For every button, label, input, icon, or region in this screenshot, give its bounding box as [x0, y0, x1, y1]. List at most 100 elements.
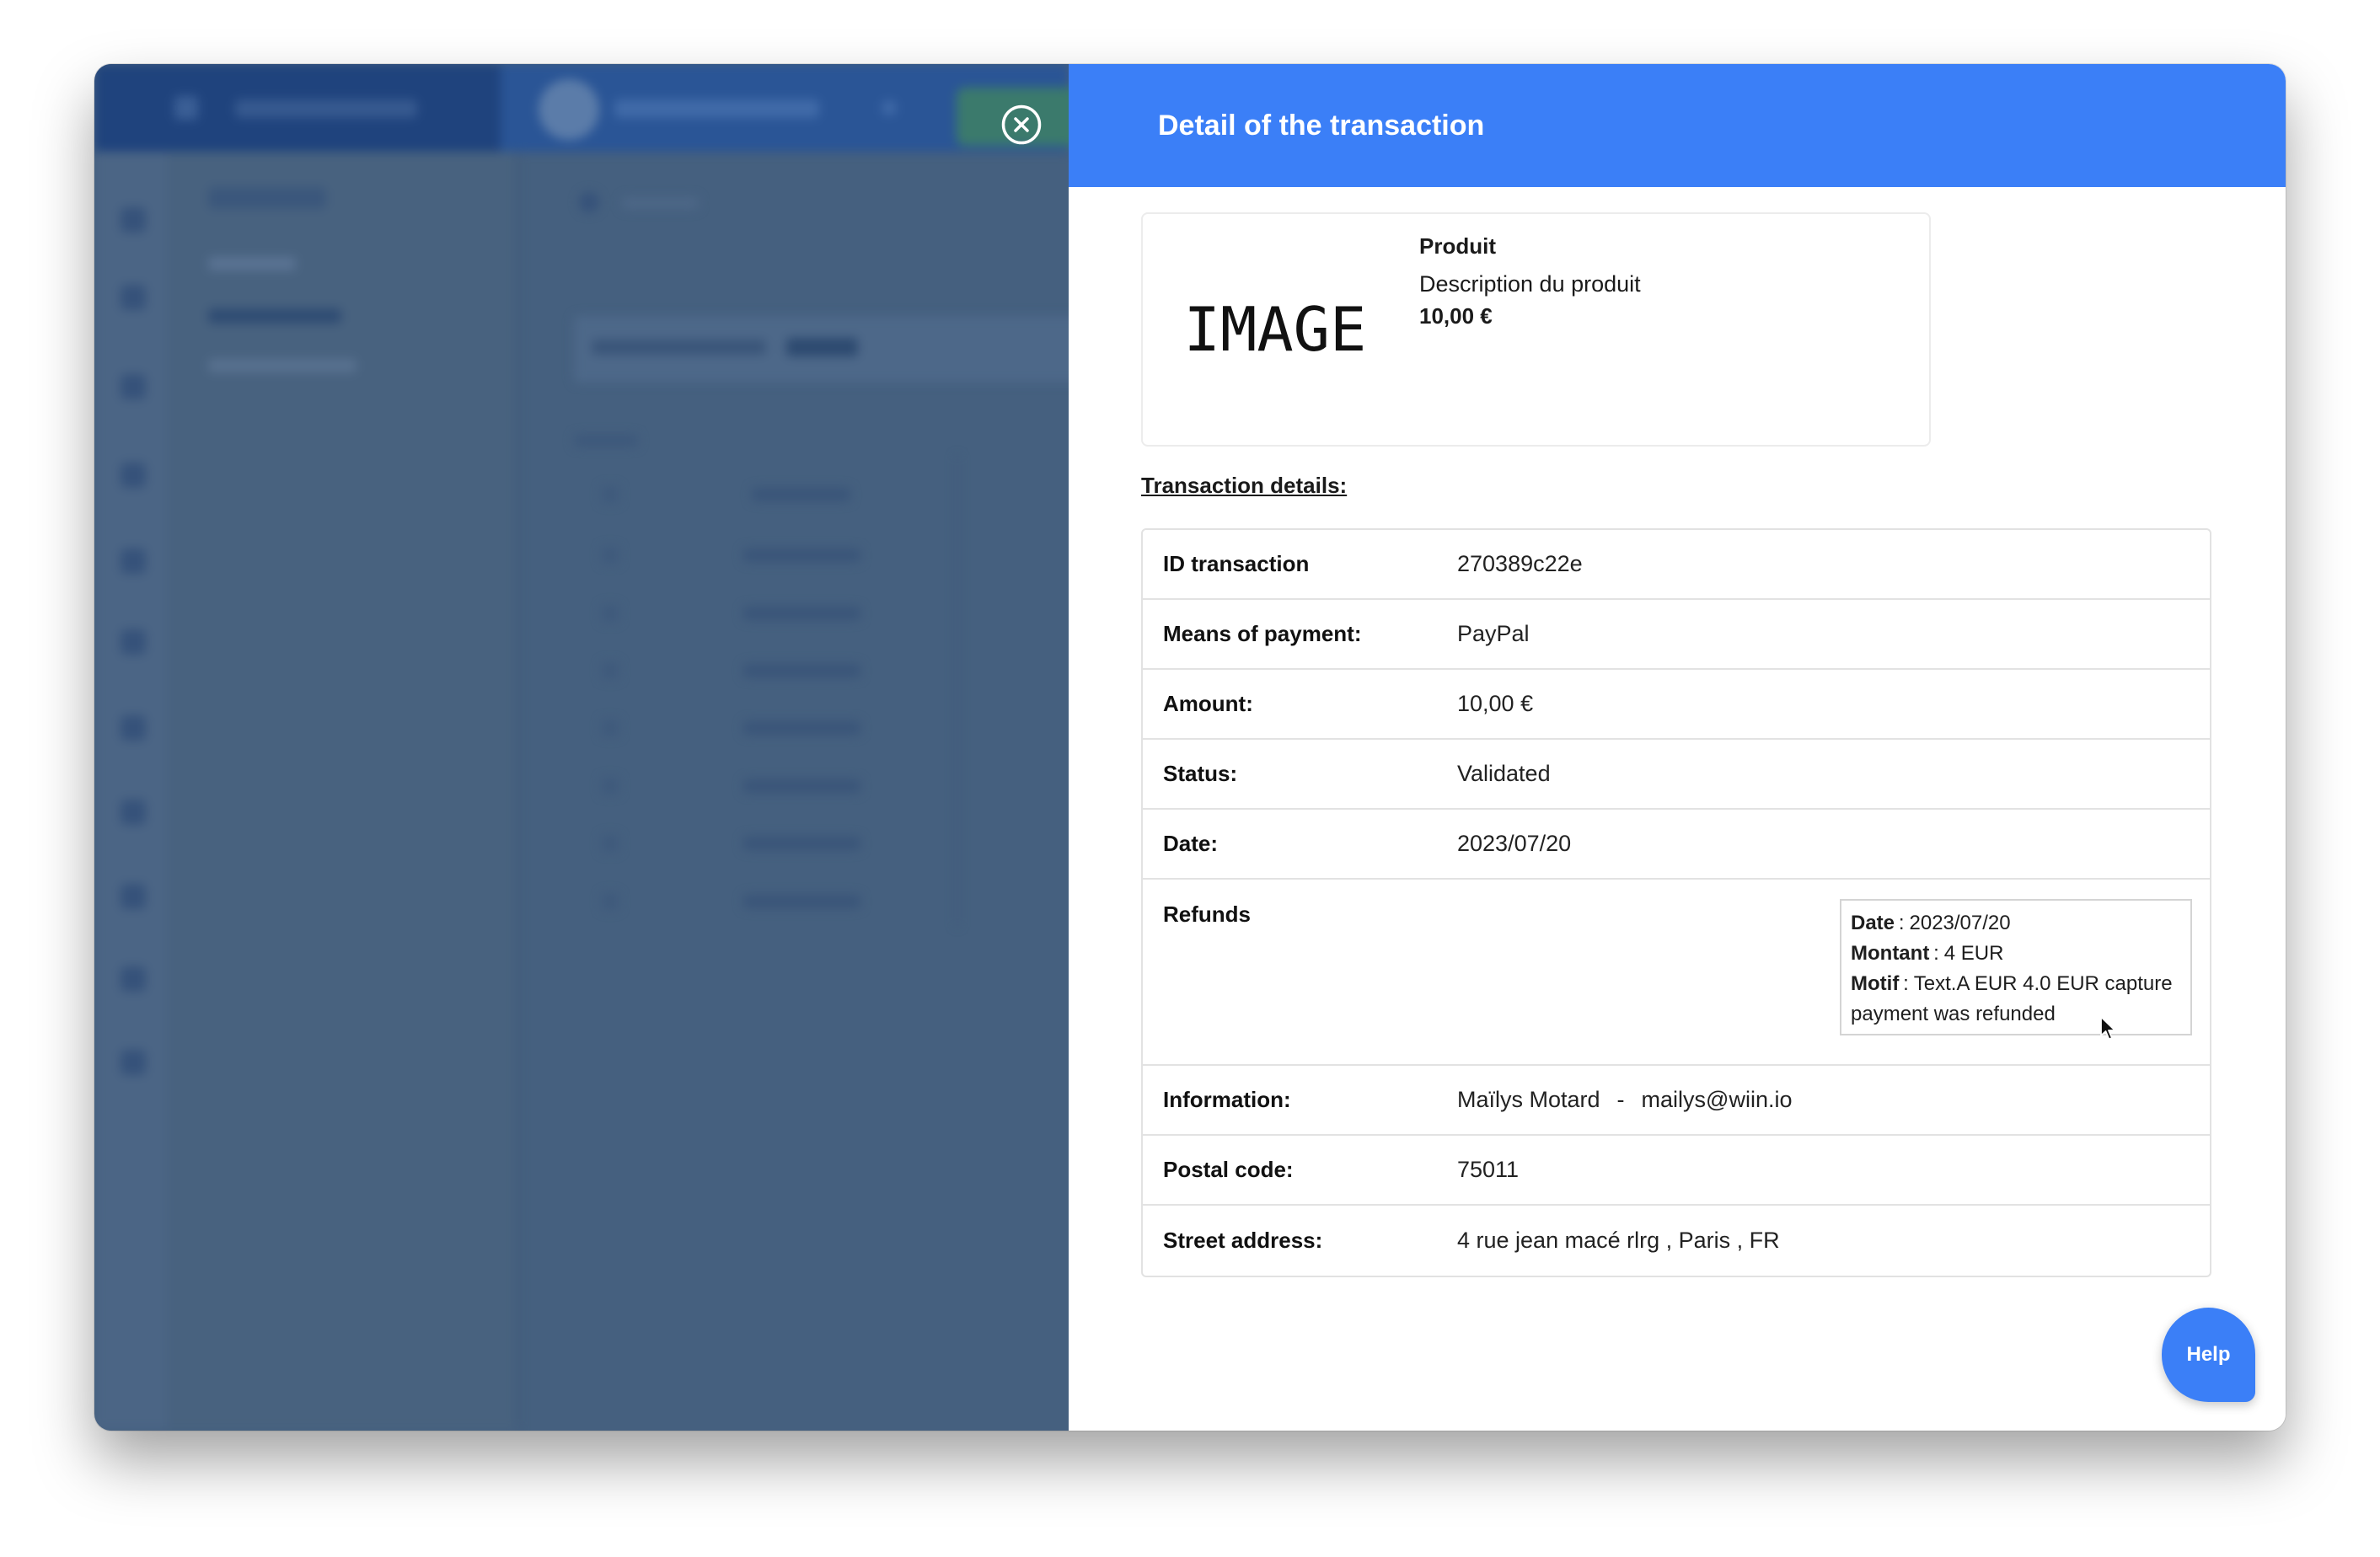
refund-separator: : — [1903, 972, 1909, 995]
row-label: Status: — [1163, 761, 1238, 786]
blurred-summary-value — [786, 338, 858, 356]
refund-separator: : — [1898, 912, 1905, 934]
transaction-id-value: 270389c22e — [1457, 551, 1583, 576]
row-label: Street address: — [1163, 1228, 1323, 1253]
blurred-row-text — [743, 895, 860, 908]
blurred-submenu-heading — [208, 187, 326, 209]
payment-means-value: PayPal — [1457, 621, 1530, 646]
panel-header: Detail of the transaction — [1069, 64, 2286, 187]
blurred-row-checkbox — [602, 893, 619, 910]
blurred-sidebar-icon — [121, 207, 146, 233]
refund-entry: Date:2023/07/20 Montant:4 EUR Motif: Text… — [1840, 899, 2192, 1035]
row-label: Date: — [1163, 831, 1219, 856]
customer-email: mailys@wiin.io — [1641, 1087, 1793, 1112]
blurred-sidebar-icon — [121, 463, 146, 488]
row-label: Means of payment: — [1163, 621, 1362, 646]
product-card: IMAGE Produit Description du produit 10,… — [1141, 212, 1931, 447]
blurred-sidebar — [94, 152, 167, 1431]
blurred-sidebar-icon — [121, 966, 146, 992]
amount-value: 10,00 € — [1457, 691, 1534, 716]
close-button[interactable] — [1001, 104, 1042, 145]
help-button[interactable]: Help — [2162, 1308, 2255, 1402]
modal-backdrop[interactable] — [94, 64, 1069, 1431]
blurred-row-checkbox — [602, 835, 619, 852]
blurred-avatar — [539, 79, 599, 140]
status-value: Validated — [1457, 761, 1551, 786]
blurred-app-name — [614, 99, 819, 118]
refunds-row: Refunds Date:2023/07/20 Montant:4 EUR Mo… — [1143, 880, 2210, 1066]
row-label: Postal code: — [1163, 1157, 1294, 1182]
row-label: Information: — [1163, 1087, 1291, 1112]
blurred-submenu-item — [208, 257, 296, 270]
blurred-sidebar-icon — [121, 800, 146, 825]
information-value: Maïlys Motard - mailys@wiin.io — [1457, 1087, 1793, 1113]
product-info: Produit Description du produit 10,00 € — [1419, 230, 1641, 332]
blurred-submenu — [167, 152, 516, 1431]
blurred-submenu-item — [208, 359, 356, 372]
blurred-row-text — [743, 548, 860, 562]
blurred-row-text — [743, 664, 860, 677]
refund-amount-value: 4 EUR — [1943, 942, 2004, 965]
table-row: Postal code: 75011 — [1143, 1136, 2210, 1206]
transaction-details-table: ID transaction 270389c22e Means of payme… — [1141, 528, 2211, 1277]
blurred-header-checkbox — [602, 486, 619, 503]
blurred-row-checkbox — [602, 605, 619, 622]
blurred-chevron-icon — [882, 101, 896, 115]
row-label: ID transaction — [1163, 551, 1310, 576]
table-row: Amount: 10,00 € — [1143, 670, 2210, 740]
refund-date: Date:2023/07/20 — [1851, 908, 2184, 939]
street-address-value: 4 rue jean macé rlrg , Paris , FR — [1457, 1228, 1780, 1253]
refund-separator: : — [1933, 942, 1939, 965]
product-description: Description du produit — [1419, 271, 1641, 297]
date-value: 2023/07/20 — [1457, 831, 1572, 856]
table-row: ID transaction 270389c22e — [1143, 530, 2210, 600]
refund-reason: Motif: Text.A EUR 4.0 EUR capture payment… — [1851, 969, 2184, 1030]
blurred-sidebar-icon — [121, 548, 146, 574]
postal-code-value: 75011 — [1457, 1157, 1520, 1182]
product-price: 10,00 € — [1419, 303, 1493, 329]
blurred-search-icon — [579, 192, 599, 212]
panel-title: Detail of the transaction — [1158, 109, 1485, 142]
table-row: Means of payment: PayPal — [1143, 600, 2210, 670]
app-window: Detail of the transaction IMAGE Produit … — [94, 64, 2286, 1431]
panel-body: IMAGE Produit Description du produit 10,… — [1069, 187, 2286, 1277]
blurred-main-divider — [516, 152, 518, 1431]
table-row: Status: Validated — [1143, 740, 2210, 810]
blurred-column-divider — [957, 455, 958, 927]
refunds-label: Refunds — [1163, 902, 1251, 927]
blurred-row-checkbox — [602, 662, 619, 679]
refund-amount: Montant:4 EUR — [1851, 939, 2184, 969]
information-separator: - — [1616, 1087, 1625, 1112]
refund-amount-label: Montant — [1851, 942, 1930, 965]
blurred-background-app — [94, 64, 1069, 1431]
table-row: Information: Maïlys Motard - mailys@wiin.i… — [1143, 1066, 2210, 1136]
blurred-sidebar-icon — [121, 374, 146, 399]
refund-reason-label: Motif — [1851, 972, 1900, 995]
product-name: Produit — [1419, 233, 1496, 259]
blurred-topbar-text — [235, 99, 417, 118]
mouse-pointer-icon — [2100, 1016, 2116, 1041]
blurred-filter-label — [574, 435, 638, 447]
product-image-placeholder: IMAGE — [1183, 294, 1367, 365]
blurred-menu-icon — [174, 96, 198, 120]
refund-date-label: Date — [1851, 912, 1895, 934]
refund-date-value: 2023/07/20 — [1909, 912, 2011, 934]
blurred-row-text — [743, 837, 860, 850]
close-circle-icon — [1001, 104, 1042, 145]
blurred-row-text — [743, 779, 860, 793]
blurred-row-checkbox — [602, 778, 619, 795]
blurred-sidebar-icon — [121, 884, 146, 909]
row-label: Amount: — [1163, 691, 1253, 716]
blurred-row-text — [743, 721, 860, 735]
blurred-sidebar-icon — [121, 715, 146, 741]
blurred-submenu-item-active — [208, 308, 341, 324]
customer-name: Maïlys Motard — [1457, 1087, 1600, 1112]
blurred-search-text — [622, 197, 699, 209]
blurred-sidebar-icon — [121, 1050, 146, 1075]
transaction-details-heading: Transaction details: — [1141, 473, 1348, 498]
blurred-sidebar-icon — [121, 285, 146, 310]
blurred-row-checkbox — [602, 547, 619, 564]
blurred-sidebar-icon — [121, 629, 146, 655]
table-row: Street address: 4 rue jean macé rlrg , P… — [1143, 1206, 2210, 1276]
table-row: Date: 2023/07/20 — [1143, 810, 2210, 880]
